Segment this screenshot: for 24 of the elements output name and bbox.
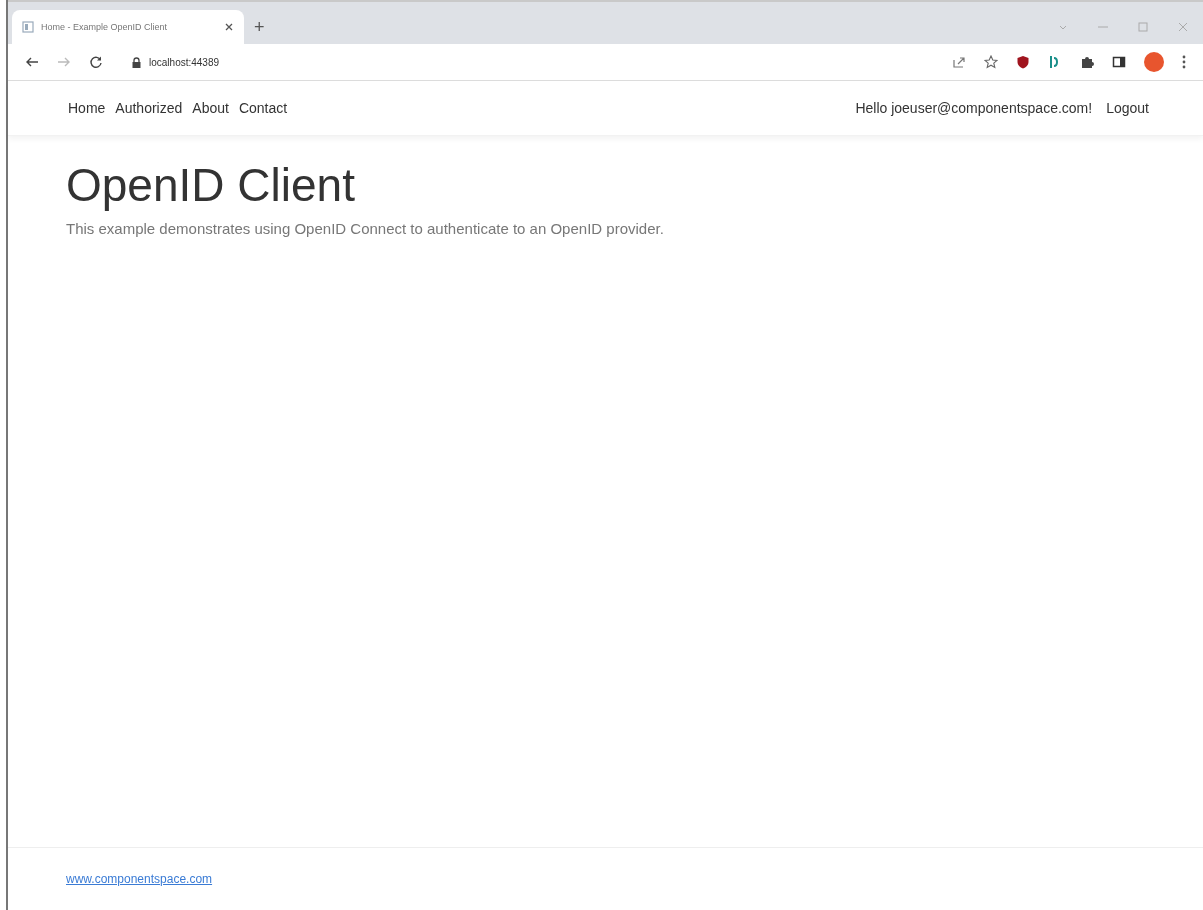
address-bar[interactable]: localhost:44389	[122, 48, 933, 76]
browser-tab[interactable]: Home - Example OpenID Client	[12, 10, 244, 44]
nav-link[interactable]: Contact	[238, 100, 288, 116]
shield-icon[interactable]	[1016, 55, 1030, 69]
share-icon[interactable]	[952, 55, 966, 69]
close-icon[interactable]	[224, 22, 234, 32]
avatar-icon[interactable]	[1144, 52, 1164, 72]
nav-link[interactable]: About	[192, 100, 229, 116]
lock-icon	[132, 56, 141, 68]
logout-link[interactable]: Logout	[1106, 100, 1149, 116]
footer-link[interactable]: www.componentspace.com	[66, 872, 213, 886]
page-heading: OpenID Client	[66, 158, 356, 212]
greeting-text: Hello joeuser@componentspace.com!	[855, 100, 1093, 116]
menu-icon[interactable]	[1182, 55, 1186, 69]
puzzle-icon[interactable]	[1080, 55, 1094, 69]
reload-icon[interactable]	[89, 55, 103, 69]
nav-link[interactable]: Home	[68, 100, 106, 116]
lead-text: This example demonstrates using OpenID Connect to authenticate to an OpenID provider.	[66, 220, 665, 237]
new-tab-button[interactable]: +	[246, 10, 273, 44]
side-panel-icon[interactable]	[1112, 55, 1126, 69]
page-icon	[22, 21, 34, 33]
back-arrow-icon[interactable]	[25, 55, 39, 69]
star-icon[interactable]	[984, 55, 998, 69]
nav-link[interactable]: Authorized	[115, 100, 183, 116]
